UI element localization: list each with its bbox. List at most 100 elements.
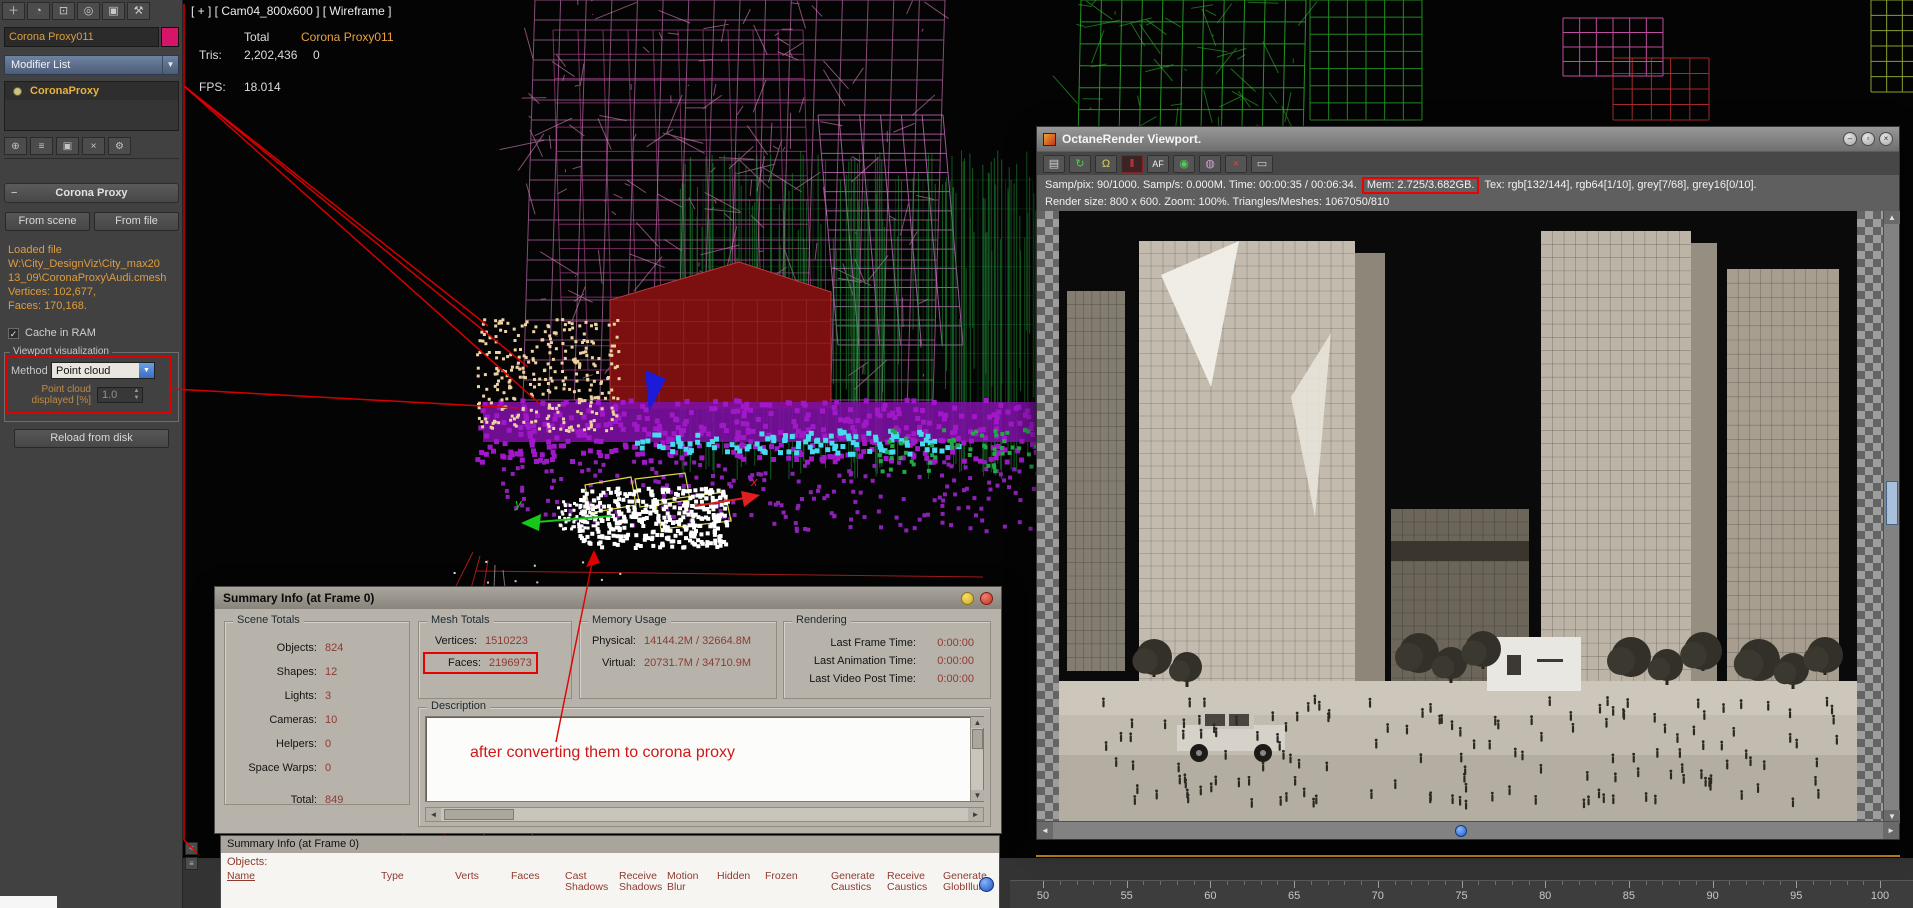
object-color-swatch[interactable]	[161, 27, 179, 47]
configure-modifier-sets-button[interactable]: ⚙	[108, 137, 131, 155]
stat-label: Physical:	[591, 635, 636, 647]
timeline-minor-tick	[1746, 881, 1748, 885]
scroll-right-icon[interactable]	[1883, 822, 1899, 839]
minimize-button[interactable]: –	[1843, 132, 1857, 146]
objects-panel-titlebar[interactable]: Summary Info (at Frame 0)	[221, 836, 999, 853]
stat-label: Shapes:	[276, 666, 317, 678]
tab-utilities-icon[interactable]: ⚒	[127, 2, 150, 20]
scroll-right-icon[interactable]	[968, 808, 983, 821]
tab-modify-icon[interactable]: ◔	[27, 2, 50, 20]
scroll-left-icon[interactable]	[1037, 822, 1053, 839]
description-horizontal-scrollbar[interactable]	[425, 807, 984, 822]
timeline-minor-tick	[1227, 881, 1229, 885]
timeline-minor-tick	[1076, 881, 1078, 885]
loaded-file-line: 13_09\CoronaProxy\Audi.cmesh	[8, 272, 167, 284]
stat-label: Last Frame Time:	[830, 637, 916, 649]
column-header-receive-shadows[interactable]: Receive Shadows	[619, 871, 662, 893]
pin-stack-button[interactable]: ⊕	[4, 137, 27, 155]
timeline-minor-tick	[1645, 881, 1647, 885]
lock-icon[interactable]: Ω	[1095, 154, 1117, 173]
description-vertical-scrollbar[interactable]	[970, 717, 984, 801]
save-icon[interactable]: ▤	[1043, 154, 1065, 173]
camera-target-icon[interactable]: ◉	[1173, 154, 1195, 173]
modifier-stack[interactable]: CoronaProxy	[4, 81, 179, 131]
dialog-close-button[interactable]	[980, 591, 993, 605]
tab-hierarchy-icon[interactable]: ⊡	[52, 2, 75, 20]
modifier-name: CoronaProxy	[30, 85, 100, 97]
tab-display-icon[interactable]: ▣	[102, 2, 125, 20]
stat-label: Total:	[290, 794, 317, 806]
pause-icon[interactable]: ‖	[1121, 154, 1143, 173]
dialog-titlebar[interactable]: Summary Info (at Frame 0)	[215, 587, 1001, 609]
column-header-name[interactable]: Name	[227, 871, 255, 882]
timeline-minor-tick	[1160, 881, 1162, 885]
color-wheel-icon[interactable]: ◍	[1199, 154, 1221, 173]
timeline-major-tick	[1712, 881, 1714, 888]
make-unique-button[interactable]: ▣	[56, 137, 79, 155]
loaded-file-line: W:\City_DesignViz\City_max20	[8, 258, 160, 270]
scroll-down-icon[interactable]	[971, 790, 984, 801]
blue-orb-icon[interactable]	[979, 877, 994, 892]
trackbar-prev-button[interactable]: <	[185, 842, 198, 855]
column-header-motion-blur[interactable]: Motion Blur	[667, 871, 699, 893]
timeline-minor-tick	[1411, 881, 1413, 885]
show-end-result-button[interactable]: ≡	[30, 137, 53, 155]
close-button[interactable]: ×	[1879, 132, 1893, 146]
trackbar-menu-button[interactable]: ≡	[185, 857, 198, 870]
autofocus-icon[interactable]: AF	[1147, 154, 1169, 173]
refresh-icon[interactable]: ↻	[1069, 154, 1091, 173]
octane-horizontal-scrollbar[interactable]	[1037, 821, 1899, 839]
column-header-faces[interactable]: Faces	[511, 871, 540, 882]
horizontal-scroll-thumb[interactable]	[1455, 825, 1467, 837]
modifier-list-dropdown[interactable]: Modifier List	[4, 55, 179, 75]
timeline-minor-tick	[1846, 881, 1848, 885]
rollout-corona-proxy[interactable]: − Corona Proxy	[4, 183, 179, 203]
octane-vertical-scrollbar[interactable]	[1883, 211, 1900, 823]
column-header-cast-shadows[interactable]: Cast Shadows	[565, 871, 608, 893]
from-file-button[interactable]: From file	[94, 212, 179, 231]
display-mode-icon[interactable]: ▭	[1251, 154, 1273, 173]
modifier-stack-item[interactable]: CoronaProxy	[5, 82, 178, 100]
objects-list[interactable]: Objects: Name Type Verts Faces Cast Shadows R…	[221, 853, 999, 908]
track-bar[interactable]: 50 55 60 65 70 75 80 85 90 95 100	[1010, 880, 1913, 908]
scroll-up-icon[interactable]	[971, 717, 984, 728]
column-header-hidden[interactable]: Hidden	[717, 871, 750, 882]
scroll-left-icon[interactable]	[426, 808, 441, 821]
scene-totals-group: Scene Totals Objects: 824 Shapes: 12 Light…	[224, 614, 410, 806]
scroll-up-icon[interactable]	[1884, 211, 1900, 224]
viewport-label[interactable]: [ + ] [ Cam04_800x600 ] [ Wireframe ]	[191, 4, 391, 18]
object-name-field[interactable]: Corona Proxy011	[4, 27, 159, 47]
cache-in-ram-checkbox[interactable]	[8, 327, 19, 339]
vertical-scroll-thumb[interactable]	[1886, 481, 1898, 525]
column-header-verts[interactable]: Verts	[455, 871, 479, 882]
timeline-minor-tick	[1444, 881, 1446, 885]
stop-icon[interactable]: ×	[1225, 154, 1247, 173]
maximize-button[interactable]: ▫	[1861, 132, 1875, 146]
horizontal-scroll-thumb[interactable]	[444, 809, 514, 820]
loaded-file-line: Faces: 170,168.	[8, 300, 87, 312]
modifier-enabled-icon[interactable]	[13, 86, 22, 96]
dialog-minimize-button[interactable]	[961, 591, 974, 605]
group-title: Scene Totals	[233, 614, 304, 626]
modifier-list-label: Modifier List	[11, 59, 71, 71]
tab-create-icon[interactable]: ＋	[2, 2, 25, 20]
timeline-minor-tick	[1059, 881, 1061, 885]
vertical-scroll-thumb[interactable]	[972, 729, 983, 749]
reload-from-disk-button[interactable]: Reload from disk	[14, 429, 169, 448]
timeline-minor-tick	[1176, 881, 1178, 885]
octane-title: OctaneRender Viewport.	[1062, 132, 1202, 146]
stats-fps-label: FPS:	[199, 80, 226, 94]
annotation-box-faces: Faces: 2196973	[423, 652, 538, 674]
remove-modifier-button[interactable]: ×	[82, 137, 105, 155]
column-header-receive-caustics[interactable]: Receive Caustics	[887, 871, 927, 893]
stats-total-label: Total	[244, 30, 270, 44]
octane-render-view[interactable]	[1037, 211, 1885, 823]
octane-titlebar[interactable]: OctaneRender Viewport. – ▫ ×	[1037, 127, 1899, 151]
stats-tris-value: 2,202,436	[244, 48, 298, 62]
active-viewport-border	[1036, 855, 1900, 857]
from-scene-button[interactable]: From scene	[5, 212, 90, 231]
tab-motion-icon[interactable]: ◎	[77, 2, 100, 20]
column-header-type[interactable]: Type	[381, 871, 404, 882]
column-header-frozen[interactable]: Frozen	[765, 871, 798, 882]
column-header-generate-caustics[interactable]: Generate Caustics	[831, 871, 875, 893]
